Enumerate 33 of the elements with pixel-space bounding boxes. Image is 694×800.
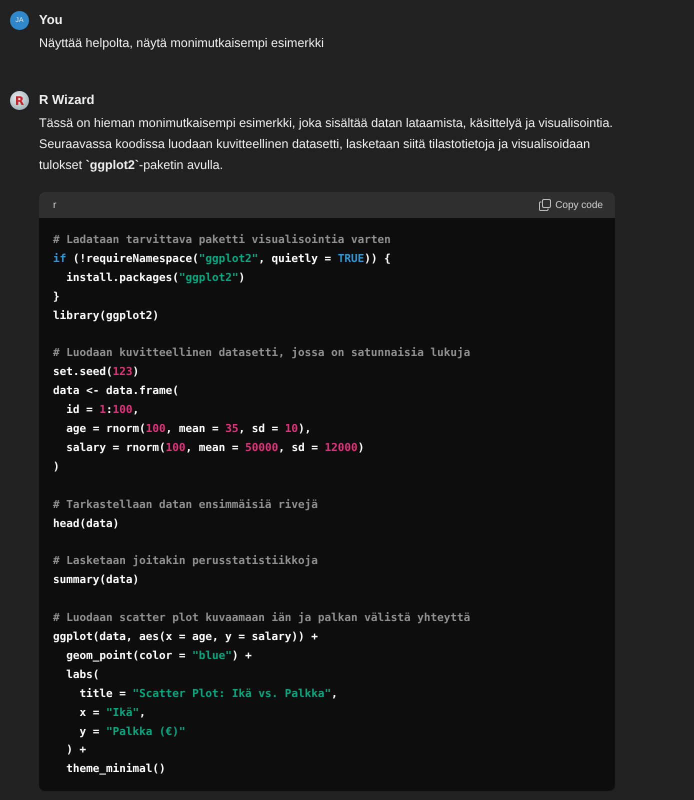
code-line: }: [53, 288, 60, 305]
author-name: You: [39, 12, 64, 27]
message-text: Näyttää helpolta, näytä monimutkaisempi esimerkki: [39, 35, 325, 52]
code-line: summary(data): [53, 572, 140, 588]
code-line: geom_point(color = "blue") +: [65, 648, 252, 664]
code-line: data <- data.frame(: [53, 383, 179, 400]
code-line: # Luodaan scatter plot kuvaamaan iän ja palkan välistä yhteyttä: [53, 610, 470, 626]
language-label: r: [53, 200, 56, 210]
code-line: set.seed(123): [53, 364, 140, 380]
code-line: labs(: [65, 666, 100, 683]
code-line: # Tarkastellaan datan ensimmäisiä rivejä: [53, 496, 318, 513]
code-line: if (!requireNamespace("ggplot2", quietly = TRUE)) {: [53, 250, 391, 267]
code-line: y = "Palkka (€)": [78, 724, 186, 740]
author-name: R Wizard: [39, 92, 96, 107]
bot-avatar: R: [10, 91, 29, 110]
code-line: theme_minimal(): [65, 761, 166, 778]
code-line: ggplot(data, aes(x = age, y = salary)) +: [53, 628, 318, 645]
code-line: id = 1:100,: [65, 402, 140, 418]
code-line: ): [53, 458, 60, 475]
code-line: x = "Ikä",: [78, 704, 146, 721]
code-line: # Ladataan tarvittava paketti visualisointia varten: [53, 232, 391, 248]
code-line: title = "Scatter Plot: Ikä vs. Palkka",: [78, 686, 338, 702]
message-text: Tässä on hieman monimutkaisempi esimerkki, joka sisältää datan lataamista, käsittelyä ja visualisointia. Seuraavassa koodissa luodaan kuvitteellinen datasetti, lasketaan siitä tilastotietoja ja visualisoidaan tulokset `ggplot2`-paketin avulla.: [39, 115, 614, 174]
copy-code-button[interactable]: Copy code: [539, 199, 603, 211]
code-line: ) +: [65, 742, 86, 758]
code-line: install.packages("ggplot2"): [65, 270, 246, 286]
code-line: # Luodaan kuvitteellinen datasetti, jossa on satunnaisia lukuja: [53, 345, 470, 362]
code-line: salary = rnorm(100, mean = 50000, sd = 12000): [65, 440, 364, 456]
code-line: # Lasketaan joitakin perusstatistiikkoja: [53, 553, 318, 570]
code-line: head(data): [53, 516, 120, 532]
copy-icon: [539, 199, 552, 211]
code-line: age = rnorm(100, mean = 35, sd = 10),: [65, 421, 312, 438]
code-line: library(ggplot2): [53, 308, 159, 324]
